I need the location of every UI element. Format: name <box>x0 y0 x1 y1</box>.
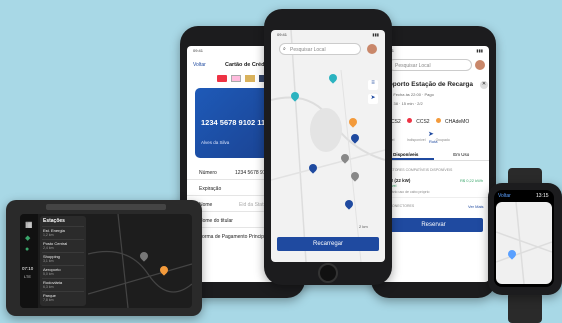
back-button[interactable]: Voltar <box>193 62 206 68</box>
watch-map <box>496 202 552 284</box>
maps-icon[interactable]: ◆ <box>25 234 30 242</box>
station-distance: 7,8 km <box>43 298 54 302</box>
station-list-item[interactable]: Parque 7,8 km <box>42 291 84 303</box>
carplay-vent <box>46 204 166 210</box>
locate-button[interactable]: ➤ <box>368 94 378 104</box>
connector-ccs2-unavailable: CCS2 Indisponível <box>406 118 430 142</box>
route-label[interactable]: Rota <box>429 139 437 144</box>
station-detail-screen: 09:41▮▮▮ Pesquisar Local Aeroporto Estaç… <box>378 46 489 282</box>
map-screen: 09:41 ▮▮▮ ⌕ Pesquisar Local ≡ ➤ 2 km Reca… <box>271 30 385 262</box>
watch-screen: Voltar 13:15 <box>494 190 554 287</box>
station-list: Estações Est. Energia 1,2 km Posto Central… <box>40 216 86 306</box>
card-brand-logos <box>217 75 269 82</box>
search-input[interactable]: Pesquisar Local <box>388 59 472 71</box>
station-distance: 1,2 km <box>43 233 54 237</box>
watch-band-bottom <box>508 292 542 323</box>
phone-icon[interactable]: ● <box>25 246 29 253</box>
station-distance: 5,0 km <box>43 272 54 276</box>
station-distance: 2,4 km <box>43 246 54 250</box>
carplay-screen: ▦ ◆ ● 07:10 LTE Estações Est. Energia 1,2… <box>20 214 192 308</box>
station-distance: 3,1 km <box>43 259 54 263</box>
visa-logo <box>245 75 255 82</box>
carplay-sidebar: ▦ ◆ ● 07:10 LTE <box>20 214 38 308</box>
phone-map: 09:41 ▮▮▮ ⌕ Pesquisar Local ≡ ➤ 2 km Reca… <box>264 9 392 285</box>
connector-offer[interactable]: Tipo 2 (22 kW) R$ 0,22 kWh Disponível Ne… <box>378 176 489 198</box>
station-list-title: Estações <box>43 218 65 224</box>
station-list-item[interactable]: Aeroporto 5,0 km <box>42 265 84 277</box>
station-list-item[interactable]: Est. Energia 1,2 km <box>42 226 84 238</box>
search-placeholder: Pesquisar Local <box>395 63 431 69</box>
map-scale: 2 km <box>359 224 368 229</box>
carplay-map <box>88 214 192 308</box>
see-more-link[interactable]: Ver Mais <box>468 204 484 209</box>
station-list-item[interactable]: Shopping 3,1 km <box>42 252 84 264</box>
search-input[interactable]: ⌕ Pesquisar Local <box>279 43 361 55</box>
route-icon[interactable]: ➤ <box>428 130 434 138</box>
mastercard-logo <box>217 75 227 82</box>
status-time: 09:41 <box>193 48 204 53</box>
smartwatch: Voltar 13:15 <box>488 183 562 295</box>
filter-button[interactable]: ≡ <box>368 80 378 90</box>
avatar[interactable] <box>367 44 377 54</box>
amex-logo <box>231 75 241 82</box>
recharge-button[interactable]: Recarregar <box>277 237 379 251</box>
carplay-display: ▦ ◆ ● 07:10 LTE Estações Est. Energia 1,2… <box>6 200 202 316</box>
watch-time: 13:15 <box>536 193 549 199</box>
close-icon[interactable]: ✕ <box>480 81 488 89</box>
search-placeholder: Pesquisar Local <box>290 47 326 53</box>
card-holder-name: Alves da Silva <box>201 140 230 145</box>
home-button[interactable] <box>318 263 338 283</box>
network-indicator: LTE <box>24 274 32 279</box>
reserve-button[interactable]: Reservar <box>384 218 483 232</box>
watch-back-button[interactable]: Voltar <box>498 193 511 199</box>
search-icon: ⌕ <box>283 46 286 52</box>
tab-bar: Disponíveis Em Uso <box>378 149 489 161</box>
tab-in-use[interactable]: Em Uso <box>434 149 490 160</box>
card-number: 1234 5678 9102 112 <box>201 118 270 127</box>
connector-chademo-busy: CHAdeMO Ocupado <box>435 118 470 142</box>
carplay-time: 07:10 <box>22 266 34 271</box>
station-list-item[interactable]: Rodoviária 6,3 km <box>42 278 84 290</box>
apps-grid-icon[interactable]: ▦ <box>25 220 33 229</box>
station-title: Aeroporto Estação de Recarga <box>378 81 474 88</box>
station-distance: 6,3 km <box>43 285 54 289</box>
avatar[interactable] <box>475 60 485 70</box>
station-list-item[interactable]: Posto Central 2,4 km <box>42 239 84 251</box>
